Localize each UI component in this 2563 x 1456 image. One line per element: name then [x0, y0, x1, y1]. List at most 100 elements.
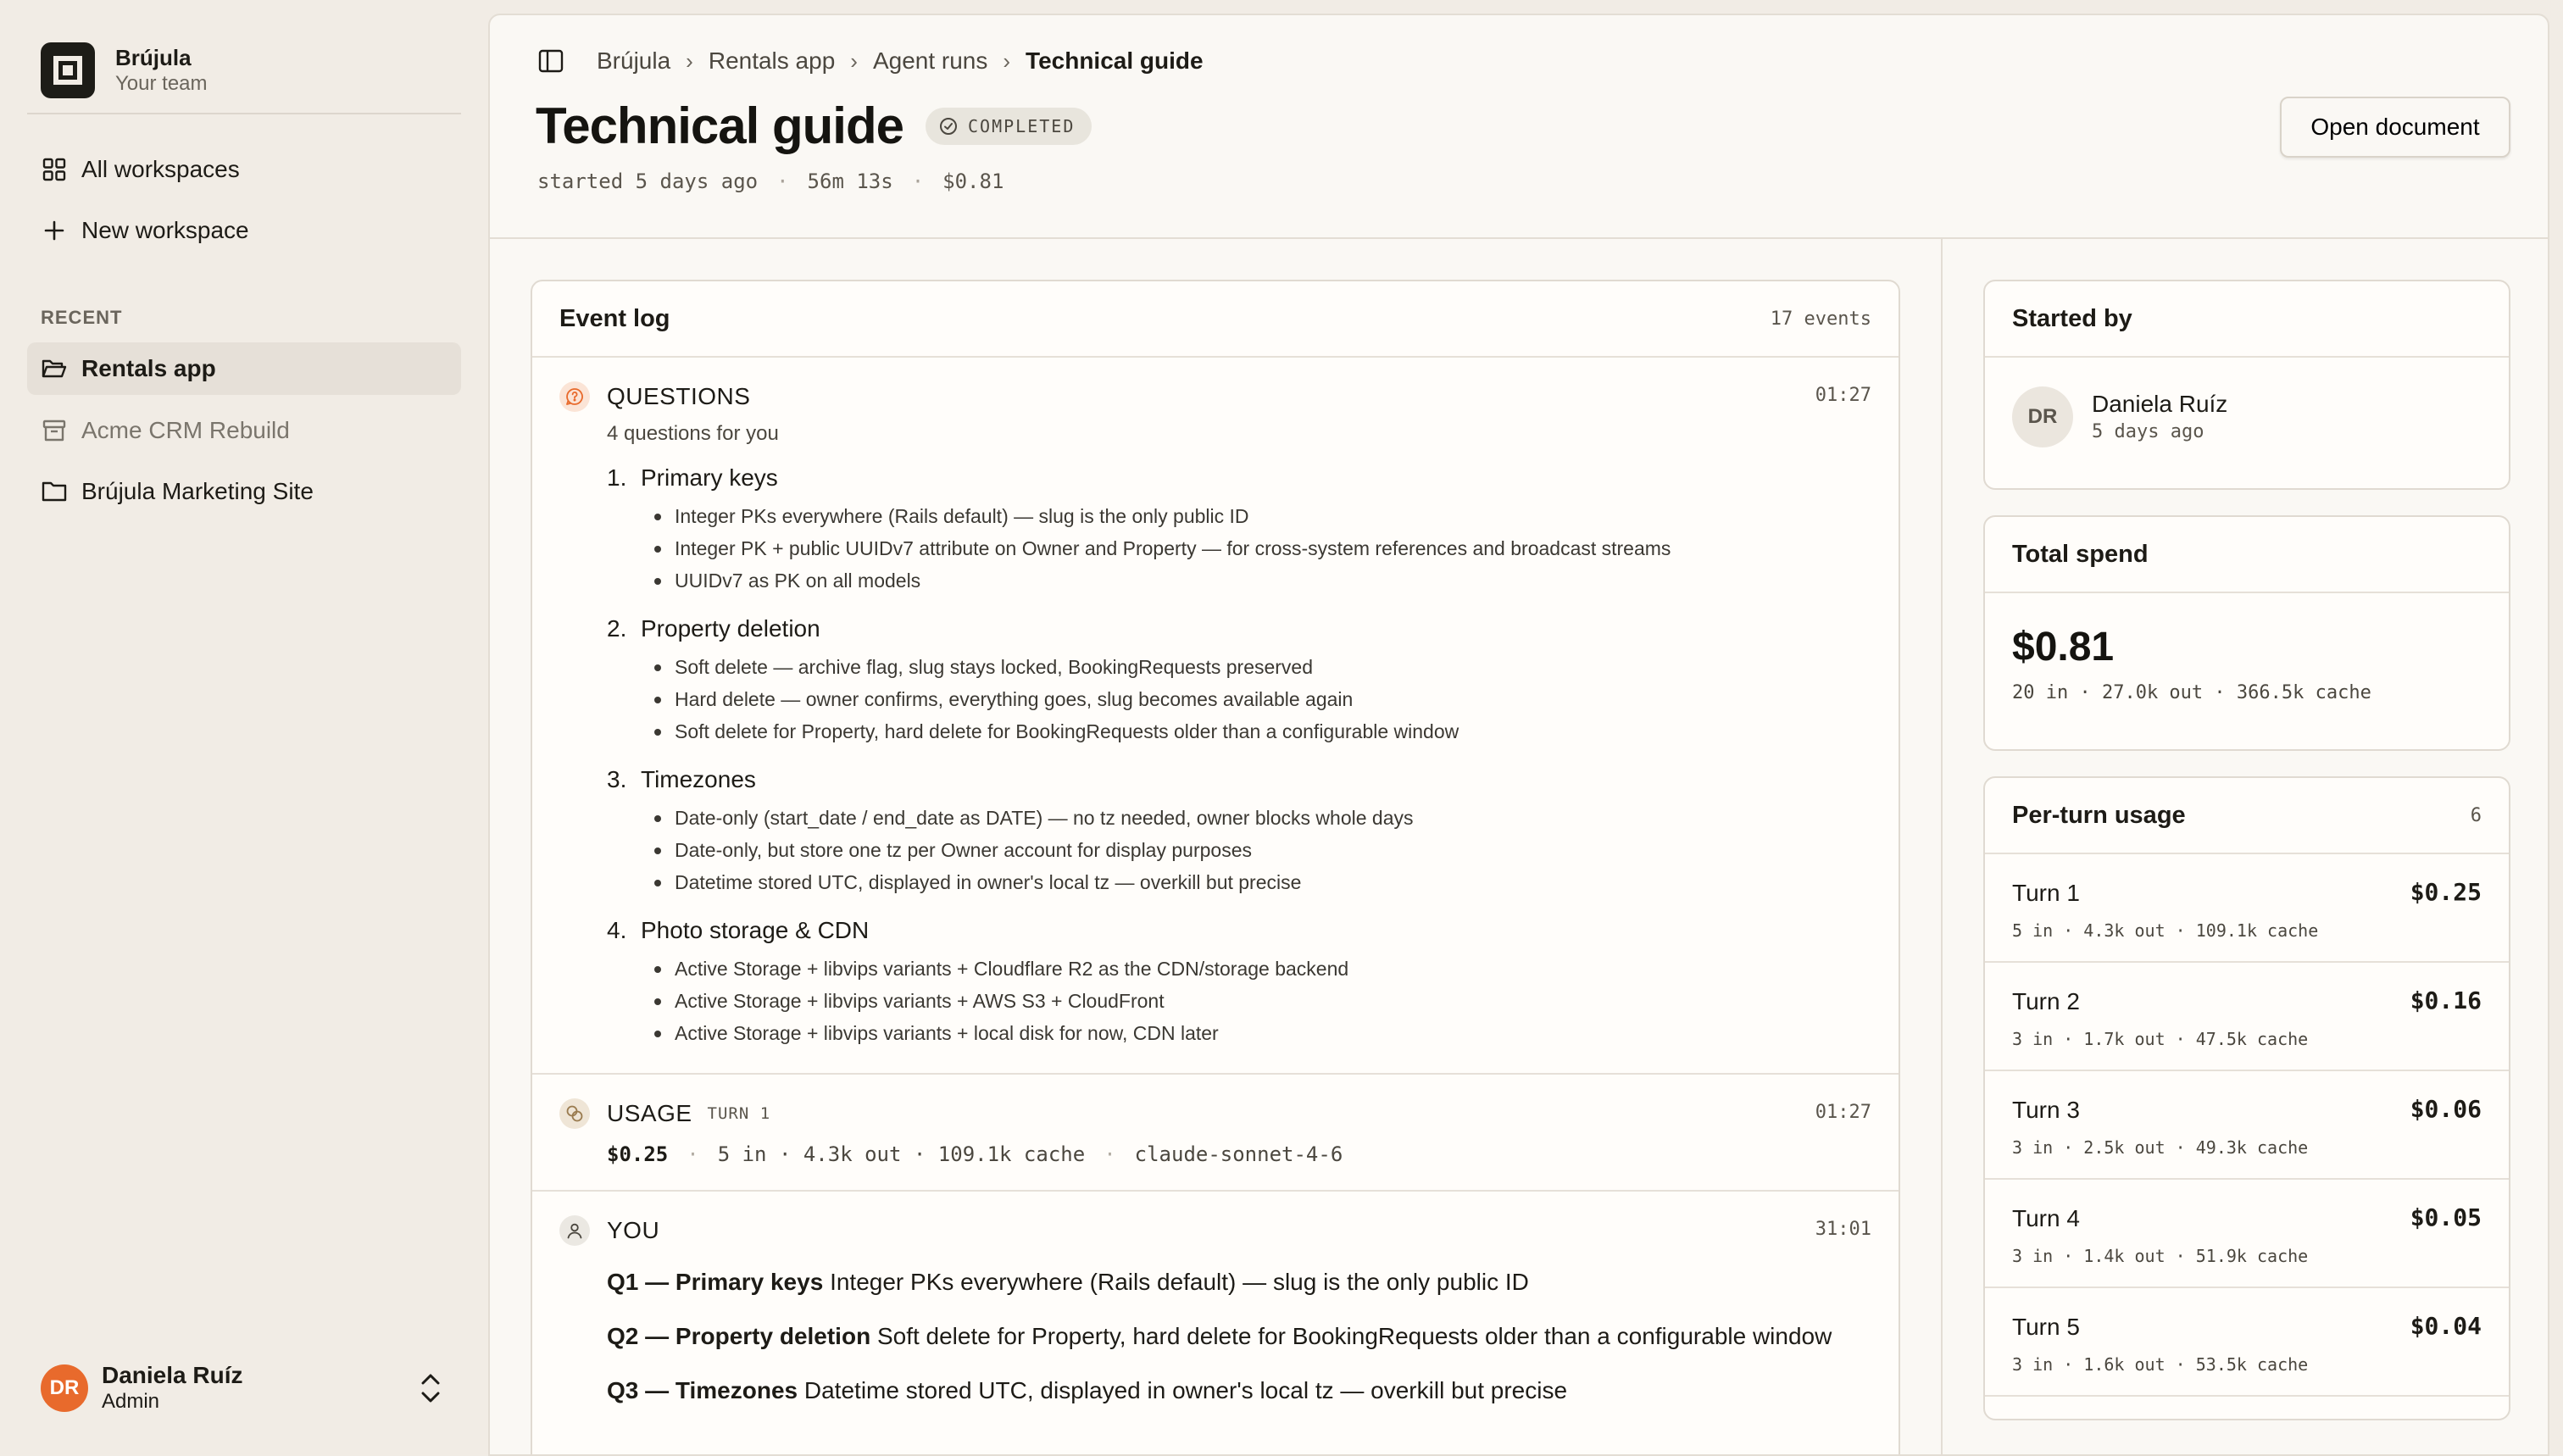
sidebar-item-new-workspace[interactable]: New workspace: [27, 204, 461, 257]
turn-cost: $0.06: [2410, 1095, 2482, 1123]
answer-item: Q2 — Property deletion Soft delete for P…: [607, 1319, 1871, 1354]
sidebar-item-brujula-marketing-site[interactable]: Brújula Marketing Site: [27, 465, 461, 518]
folder-open-icon: [41, 355, 68, 382]
answer-label: Q3 — Timezones: [607, 1377, 798, 1403]
event-questions: QUESTIONS 01:27 4 questions for you 1. Pr…: [532, 358, 1899, 1075]
question-number: 4.: [607, 917, 627, 943]
open-document-button[interactable]: Open document: [2280, 97, 2510, 158]
sidebar-item-acme-crm-rebuild[interactable]: Acme CRM Rebuild: [27, 404, 461, 457]
user-role: Admin: [102, 1390, 160, 1413]
sidebar-item-label: Brújula Marketing Site: [81, 478, 314, 504]
main-panel: Brújula › Rentals app › Agent runs › Tec…: [488, 14, 2549, 1456]
breadcrumb-rentals-app[interactable]: Rentals app: [709, 47, 835, 75]
brand-name: Brújula: [115, 45, 192, 70]
answer-item: Q3 — Timezones Datetime stored UTC, disp…: [607, 1373, 1871, 1409]
sidebar-item-label: Rentals app: [81, 355, 216, 381]
page-title: Technical guide: [536, 97, 904, 154]
event-log-card: Event log 17 events QUESTIONS 01:27 4 qu…: [531, 280, 1900, 1454]
per-turn-title: Per-turn usage: [2012, 801, 2186, 829]
question-option: Date-only, but store one tz per Owner ac…: [651, 834, 1871, 866]
brand-team: Your team: [115, 72, 208, 95]
turn-detail: 3 in · 1.4k out · 51.9k cache: [2012, 1246, 2309, 1266]
brand-logo: [41, 42, 95, 98]
event-turn-label: TURN 1: [707, 1104, 771, 1123]
recent-heading: RECENT: [41, 307, 123, 328]
question-number: 2.: [607, 615, 627, 642]
usage-tokens: 5 in · 4.3k out · 109.1k cache: [717, 1142, 1086, 1166]
turn-row: Turn 3 $0.06 3 in · 2.5k out · 49.3k cac…: [1985, 1071, 2509, 1180]
check-circle-icon: [939, 117, 958, 136]
question-option: Soft delete — archive flag, slug stays l…: [651, 651, 1871, 683]
event-time: 31:01: [1815, 1219, 1871, 1240]
grid-icon: [41, 156, 68, 183]
question-title: Property deletion: [641, 615, 820, 642]
page-header: Brújula › Rentals app › Agent runs › Tec…: [490, 15, 2548, 239]
breadcrumb-current: Technical guide: [1026, 47, 1204, 74]
turn-cost: $0.05: [2410, 1203, 2482, 1231]
per-turn-usage-card: Per-turn usage 6 Turn 1 $0.25 5 in · 4.3…: [1983, 776, 2510, 1420]
turn-detail: 3 in · 1.6k out · 53.5k cache: [2012, 1354, 2309, 1375]
event-type: QUESTIONS: [607, 383, 751, 409]
sidebar-item-all-workspaces[interactable]: All workspaces: [27, 143, 461, 196]
breadcrumb-agent-runs[interactable]: Agent runs: [873, 47, 987, 75]
total-spend-amount: $0.81: [2012, 625, 2115, 670]
question-item: 1. Primary keys Integer PKs everywhere (R…: [607, 464, 1871, 597]
brand-switcher[interactable]: Brújula Your team: [41, 42, 208, 98]
question-option: Datetime stored UTC, displayed in owner'…: [651, 866, 1871, 898]
question-option: Soft delete for Property, hard delete fo…: [651, 715, 1871, 747]
event-type: USAGE: [607, 1100, 692, 1126]
event-you: YOU 31:01 Q1 — Primary keys Integer PKs …: [532, 1192, 1899, 1432]
sidebar-toggle-icon[interactable]: [536, 46, 566, 76]
question-number: 1.: [607, 464, 627, 491]
question-option: Hard delete — owner confirms, everything…: [651, 683, 1871, 715]
avatar: DR: [41, 1364, 88, 1412]
question-option: Integer PKs everywhere (Rails default) —…: [651, 500, 1871, 532]
turn-cost: $0.25: [2410, 878, 2482, 906]
answer-label: Q2 — Property deletion: [607, 1323, 871, 1349]
question-option: Integer PK + public UUIDv7 attribute on …: [651, 532, 1871, 564]
answer-item: Q1 — Primary keys Integer PKs everywhere…: [607, 1264, 1871, 1300]
question-item: 2. Property deletion Soft delete — archiv…: [607, 615, 1871, 747]
usage-model: claude-sonnet-4-6: [1134, 1142, 1343, 1166]
question-title: Primary keys: [641, 464, 778, 491]
turn-cost: $0.04: [2410, 1312, 2482, 1340]
sidebar-item-label: Acme CRM Rebuild: [81, 417, 290, 443]
question-item: 3. Timezones Date-only (start_date / end_…: [607, 766, 1871, 898]
started-by-when: 5 days ago: [2092, 421, 2204, 442]
user-menu[interactable]: DR Daniela Ruíz Admin: [41, 1361, 448, 1415]
sidebar-item-rentals-app[interactable]: Rentals app: [27, 342, 461, 395]
event-type: YOU: [607, 1217, 660, 1243]
breadcrumb-brujula[interactable]: Brújula: [597, 47, 670, 75]
question-option: Date-only (start_date / end_date as DATE…: [651, 802, 1871, 834]
question-item: 4. Photo storage & CDN Active Storage + l…: [607, 917, 1871, 1049]
turn-detail: 3 in · 2.5k out · 49.3k cache: [2012, 1137, 2309, 1158]
answer-text: Integer PKs everywhere (Rails default) —…: [830, 1269, 1529, 1295]
answer-text: Datetime stored UTC, displayed in owner'…: [803, 1377, 1568, 1403]
total-spend-card: Total spend $0.81 20 in · 27.0k out · 36…: [1983, 515, 2510, 751]
question-option: Active Storage + libvips variants + loca…: [651, 1017, 1871, 1049]
sidebar-item-label: All workspaces: [81, 156, 240, 182]
sidebar-item-label: New workspace: [81, 217, 249, 243]
total-spend-detail: 20 in · 27.0k out · 366.5k cache: [2012, 682, 2371, 703]
question-number: 3.: [607, 766, 627, 792]
started-by-name: Daniela Ruíz: [2092, 391, 2228, 417]
plus-icon: [41, 217, 68, 244]
user-name: Daniela Ruíz: [102, 1362, 243, 1388]
turn-row: Turn 1 $0.25 5 in · 4.3k out · 109.1k ca…: [1985, 854, 2509, 963]
answer-label: Q1 — Primary keys: [607, 1269, 824, 1295]
sidebar: Brújula Your team All workspaces New wor…: [0, 0, 486, 1456]
breadcrumb: Brújula › Rentals app › Agent runs › Tec…: [536, 46, 1204, 76]
started-by-card: Started by DR Daniela Ruíz 5 days ago: [1983, 280, 2510, 490]
question-option: Active Storage + libvips variants + Clou…: [651, 953, 1871, 985]
run-cost: $0.81: [942, 169, 1004, 193]
event-time: 01:27: [1815, 385, 1871, 406]
event-count: 17 events: [1770, 308, 1871, 330]
started-by-title: Started by: [2012, 304, 2132, 332]
total-spend-title: Total spend: [2012, 540, 2149, 568]
usage-cost: $0.25: [607, 1142, 669, 1166]
chevron-up-down-icon[interactable]: [414, 1368, 448, 1409]
chevron-right-icon: ›: [686, 47, 693, 74]
chevron-right-icon: ›: [1003, 47, 1011, 74]
status-badge: COMPLETED: [925, 107, 1092, 145]
turn-row: Turn 5 $0.04 3 in · 1.6k out · 53.5k cac…: [1985, 1288, 2509, 1397]
